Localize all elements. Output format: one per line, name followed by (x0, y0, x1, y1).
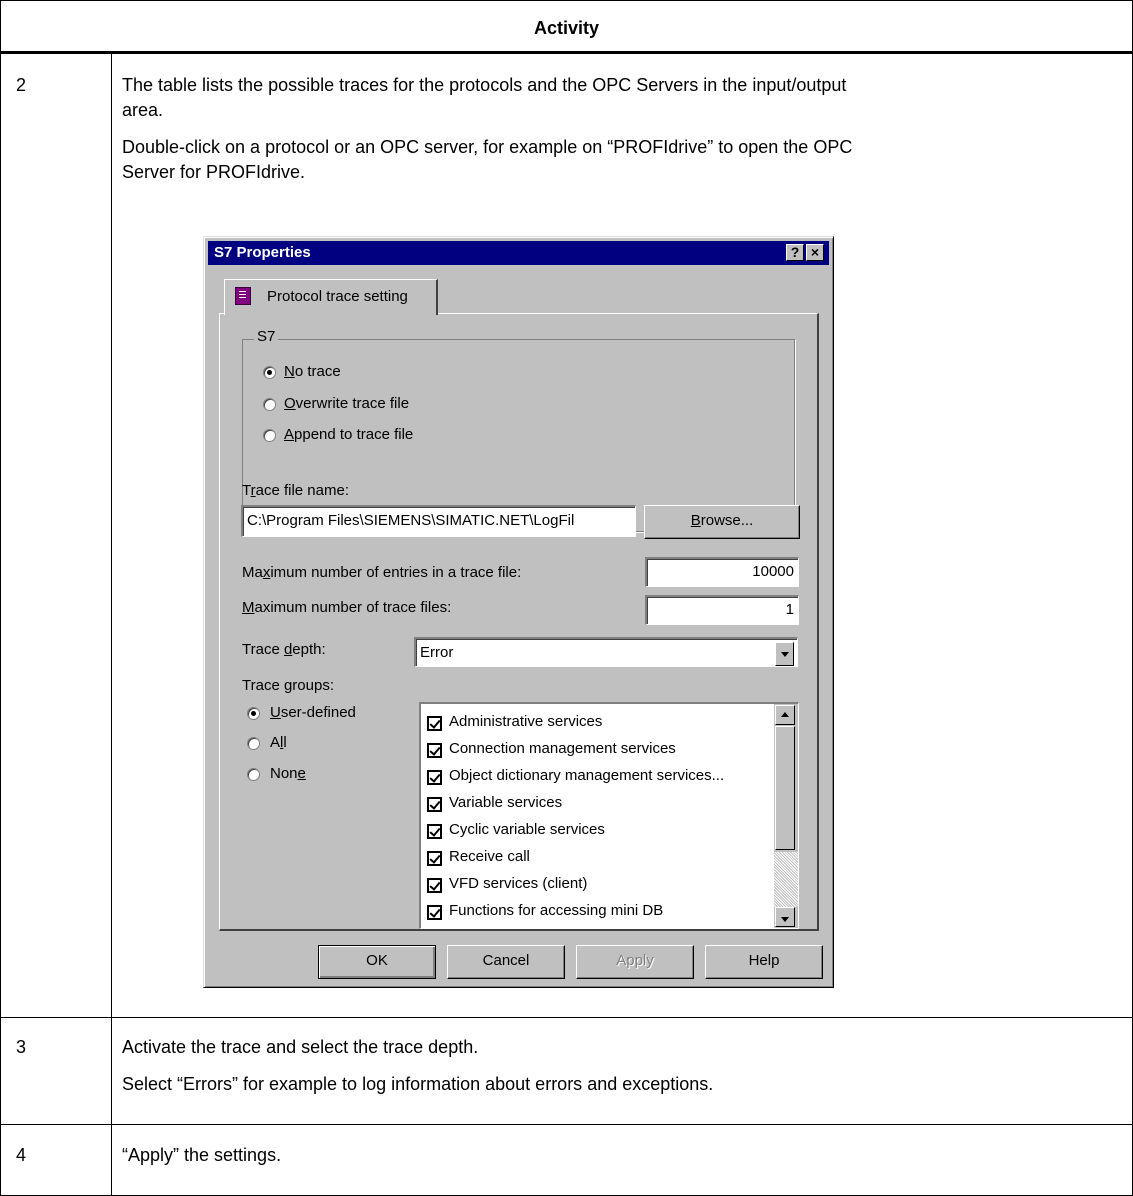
dialog-titlebar[interactable]: S7 Properties ? × (208, 241, 829, 265)
checkbox-checked[interactable] (427, 824, 442, 839)
table-top-border (0, 0, 1133, 1)
checkbox-checked[interactable] (427, 851, 442, 866)
max-files-input[interactable]: 1 (645, 595, 799, 625)
scroll-thumb[interactable] (775, 726, 795, 850)
max-files-label: Maximum number of trace files: (242, 599, 452, 616)
tab-protocol-trace-setting[interactable]: Protocol trace setting (224, 279, 438, 315)
scroll-track[interactable] (774, 852, 798, 907)
tab-label: Protocol trace setting (267, 288, 408, 305)
radio-user-defined-label[interactable]: User-defined (270, 704, 356, 721)
s7-properties-dialog: S7 Properties ? × Protocol trace setting… (203, 236, 834, 988)
step-3-line-2: Select “Errors” for example to log infor… (122, 1074, 714, 1094)
step-2-line-3: Double-click on a protocol or an OPC ser… (122, 137, 853, 157)
apply-button[interactable]: Apply (576, 945, 694, 979)
radio-user-defined[interactable] (247, 707, 260, 720)
chevron-down-icon[interactable] (775, 642, 794, 666)
trace-file-name-input[interactable]: C:\Program Files\SIEMENS\SIMATIC.NET\Log… (241, 505, 636, 537)
trace-depth-select[interactable]: Error (414, 637, 798, 667)
checkbox-checked[interactable] (427, 716, 442, 731)
scroll-up-icon[interactable] (775, 705, 795, 725)
trace-groups-list[interactable]: Administrative services Connection manag… (419, 702, 799, 929)
row-divider (0, 1017, 1133, 1018)
radio-all-label[interactable]: All (270, 734, 287, 751)
header-divider (0, 51, 1133, 54)
radio-no-trace[interactable] (263, 366, 276, 379)
checkbox-checked[interactable] (427, 743, 442, 758)
checkbox-checked[interactable] (427, 797, 442, 812)
ok-button[interactable]: OK (318, 945, 436, 979)
list-scrollbar[interactable] (774, 704, 798, 928)
table-header-activity: Activity (533, 18, 600, 38)
step-4-line-1: “Apply” the settings. (122, 1145, 282, 1165)
step-number: 4 (16, 1145, 27, 1165)
step-2-line-1: The table lists the possible traces for … (122, 75, 847, 95)
help-button[interactable]: Help (705, 945, 823, 979)
trace-depth-value: Error (420, 644, 454, 661)
cancel-button[interactable]: Cancel (447, 945, 565, 979)
radio-none-label[interactable]: None (270, 765, 306, 782)
protocol-trace-icon (235, 287, 251, 305)
radio-all[interactable] (247, 737, 260, 750)
radio-overwrite-trace-file[interactable] (263, 398, 276, 411)
radio-no-trace-label[interactable]: No trace (284, 363, 341, 380)
step-number: 3 (16, 1037, 27, 1057)
checkbox-checked[interactable] (427, 878, 442, 893)
step-2-line-2: area. (122, 100, 164, 120)
browse-button[interactable]: Browse... (644, 505, 800, 539)
step-2-line-4: Server for PROFIdrive. (122, 162, 306, 182)
column-divider (111, 54, 112, 1196)
trace-file-name-label: Trace file name: (242, 482, 349, 499)
checkbox-checked[interactable] (427, 770, 442, 785)
step-number: 2 (16, 75, 27, 95)
trace-depth-label: Trace depth: (242, 641, 326, 658)
radio-append-to-trace-file[interactable] (263, 429, 276, 442)
radio-overwrite-label[interactable]: Overwrite trace file (284, 395, 409, 412)
scroll-down-icon[interactable] (775, 907, 795, 927)
checkbox-checked[interactable] (427, 905, 442, 920)
max-entries-input[interactable]: 10000 (645, 557, 799, 587)
step-3-line-1: Activate the trace and select the trace … (122, 1037, 479, 1057)
help-icon[interactable]: ? (786, 244, 804, 261)
s7-group-label: S7 (254, 328, 279, 345)
close-icon[interactable]: × (806, 244, 824, 261)
max-entries-label: Maximum number of entries in a trace fil… (242, 564, 522, 581)
dialog-title: S7 Properties (214, 244, 311, 261)
radio-append-label[interactable]: Append to trace file (284, 426, 413, 443)
row-divider (0, 1124, 1133, 1125)
trace-groups-label: Trace groups: (242, 677, 334, 694)
radio-none[interactable] (247, 768, 260, 781)
